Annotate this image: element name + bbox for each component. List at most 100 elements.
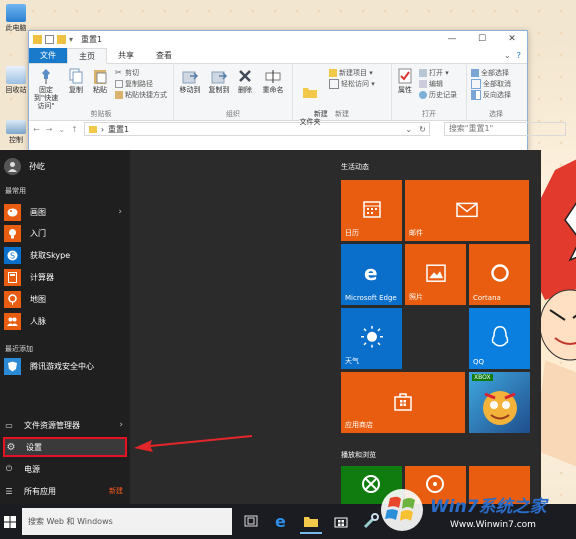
- taskbar-search-box[interactable]: 搜索 Web 和 Windows: [22, 508, 232, 535]
- tile-cortana[interactable]: Cortana: [469, 244, 530, 305]
- new-folder-icon[interactable]: [57, 35, 66, 44]
- lightbulb-icon: [4, 224, 21, 242]
- chevron-right-icon[interactable]: ›: [119, 420, 123, 430]
- copy-to-button[interactable]: 复制到: [206, 67, 232, 94]
- paste-label: 粘贴: [93, 86, 107, 94]
- invert-selection-button[interactable]: 反向选择: [471, 90, 511, 100]
- group-label-select: 选择: [489, 110, 503, 118]
- desktop-icon-recycle-bin[interactable]: 回收站: [2, 66, 30, 95]
- minimize-button[interactable]: —: [437, 31, 467, 48]
- pin-quick-access-button[interactable]: 固定到"快速访问": [31, 67, 61, 110]
- properties-icon: [396, 67, 414, 85]
- task-view-icon[interactable]: [240, 510, 262, 532]
- tile-label: 应用商店: [345, 421, 373, 429]
- start-file-explorer[interactable]: ▭ 文件资源管理器 ›: [3, 415, 127, 435]
- svg-text:e: e: [364, 263, 378, 283]
- back-icon[interactable]: ←: [33, 125, 40, 134]
- new-item-button[interactable]: 新建项目 ▾: [329, 68, 373, 78]
- file-explorer-window[interactable]: ▾ 重置1 — ☐ ✕ 文件 主页 共享 查看 ⌄ ? 固定到"快速访问" 复制: [28, 30, 566, 152]
- history-button[interactable]: 历史记录: [419, 90, 457, 100]
- close-button[interactable]: ✕: [497, 31, 527, 48]
- app-item-maps[interactable]: 地图: [4, 289, 126, 309]
- paste-button[interactable]: 粘贴: [89, 67, 111, 94]
- address-path: 重置1: [108, 124, 130, 134]
- watermark-brand: Win7系统之家: [430, 497, 547, 517]
- folder-icon[interactable]: [33, 35, 42, 44]
- tab-view[interactable]: 查看: [145, 48, 183, 63]
- copy-button[interactable]: 复制: [65, 67, 87, 94]
- calendar-icon: [362, 200, 381, 218]
- desktop-icon-this-pc[interactable]: 此电脑: [2, 4, 30, 33]
- ribbon-tabs: 文件 主页 共享 查看 ⌄ ?: [29, 48, 527, 64]
- chevron-down-icon[interactable]: ⌄: [58, 125, 65, 134]
- tile-label: 邮件: [409, 229, 423, 237]
- maximize-button[interactable]: ☐: [467, 31, 497, 48]
- delete-button[interactable]: 删除: [234, 67, 256, 94]
- tile-qq[interactable]: QQ: [469, 308, 530, 369]
- start-settings[interactable]: ⚙ 设置: [3, 437, 127, 457]
- copy-path-button[interactable]: 复制路径: [115, 79, 153, 89]
- app-item-paint[interactable]: 画图 ›: [4, 202, 126, 222]
- chevron-right-icon[interactable]: ›: [118, 207, 122, 217]
- user-account[interactable]: 孙屹: [4, 158, 45, 175]
- open-button[interactable]: 打开 ▾: [419, 68, 449, 78]
- start-power[interactable]: ⏻ 电源: [3, 459, 127, 479]
- tile-mail[interactable]: 邮件: [405, 180, 529, 241]
- tile-photos[interactable]: 照片: [405, 244, 466, 305]
- search-input[interactable]: 搜索"重置1": [443, 122, 566, 136]
- cortana-icon: [490, 263, 509, 282]
- tile-store[interactable]: 应用商店: [341, 372, 465, 433]
- new-folder-button[interactable]: 新建 文件夹: [296, 67, 328, 134]
- most-used-label: 最常用: [5, 187, 26, 195]
- open-label: 打开 ▾: [429, 69, 449, 77]
- app-item-tencent-game-security[interactable]: 腾讯游戏安全中心: [4, 356, 126, 376]
- tile-calendar[interactable]: 日历: [341, 180, 402, 241]
- refresh-icon[interactable]: ↻: [419, 125, 429, 134]
- address-bar[interactable]: › 重置1 ⌄ ↻: [83, 122, 430, 136]
- forward-icon[interactable]: →: [46, 125, 53, 134]
- app-item-skype[interactable]: S 获取Skype: [4, 245, 126, 265]
- app-item-people[interactable]: 人脉: [4, 311, 126, 331]
- app-item-get-started[interactable]: 入门: [4, 223, 126, 243]
- paste-shortcut-button[interactable]: 粘贴快捷方式: [115, 90, 167, 100]
- all-apps-icon: ☰: [5, 486, 13, 496]
- app-item-calculator[interactable]: 计算器: [4, 267, 126, 287]
- move-to-button[interactable]: 移动到: [177, 67, 203, 94]
- tile-xbox-game[interactable]: XBOX: [469, 372, 530, 433]
- edge-taskbar-icon[interactable]: e: [271, 510, 293, 532]
- cut-button[interactable]: ✂ 剪切: [115, 68, 139, 78]
- rename-button[interactable]: 重命名: [259, 67, 287, 94]
- chevron-down-icon[interactable]: ▾: [69, 35, 73, 44]
- select-all-button[interactable]: 全部选择: [471, 68, 509, 78]
- watermark-url: Www.Winwin7.com: [450, 520, 536, 530]
- properties-button[interactable]: 属性: [395, 67, 415, 94]
- tile-edge[interactable]: e Microsoft Edge: [341, 244, 402, 305]
- copy-path-label: 复制路径: [125, 80, 153, 88]
- chevron-down-icon[interactable]: ⌄: [504, 51, 511, 60]
- group-label-open: 打开: [422, 110, 436, 118]
- easy-access-button[interactable]: 轻松访问 ▾: [329, 79, 375, 89]
- properties-icon[interactable]: [45, 35, 54, 44]
- cut-label: 剪切: [125, 69, 139, 77]
- tab-file[interactable]: 文件: [29, 48, 67, 63]
- chevron-down-icon[interactable]: ⌄: [405, 125, 415, 134]
- tile-label: 天气: [345, 357, 359, 365]
- desktop-icon-control[interactable]: 控制: [2, 120, 30, 145]
- select-none-button[interactable]: 全部取消: [471, 79, 511, 89]
- explorer-titlebar[interactable]: ▾ 重置1 — ☐ ✕: [29, 31, 527, 48]
- store-taskbar-icon[interactable]: [330, 510, 352, 532]
- help-icon[interactable]: ?: [517, 51, 521, 60]
- tile-weather[interactable]: 天气: [341, 308, 402, 369]
- group-select: 全部选择 全部取消 反向选择 选择: [467, 64, 525, 120]
- start-button[interactable]: [0, 504, 20, 539]
- sun-icon: [360, 325, 383, 348]
- tab-home[interactable]: 主页: [67, 48, 107, 64]
- rename-label: 重命名: [262, 86, 284, 94]
- start-all-apps[interactable]: ☰ 所有应用 新建: [3, 481, 127, 501]
- gear-icon: ⚙: [6, 441, 16, 453]
- file-explorer-taskbar-icon[interactable]: [300, 510, 322, 534]
- up-icon[interactable]: ↑: [71, 125, 78, 134]
- edit-button[interactable]: 编辑: [419, 79, 443, 89]
- tab-share[interactable]: 共享: [107, 48, 145, 63]
- history-label: 历史记录: [429, 91, 457, 99]
